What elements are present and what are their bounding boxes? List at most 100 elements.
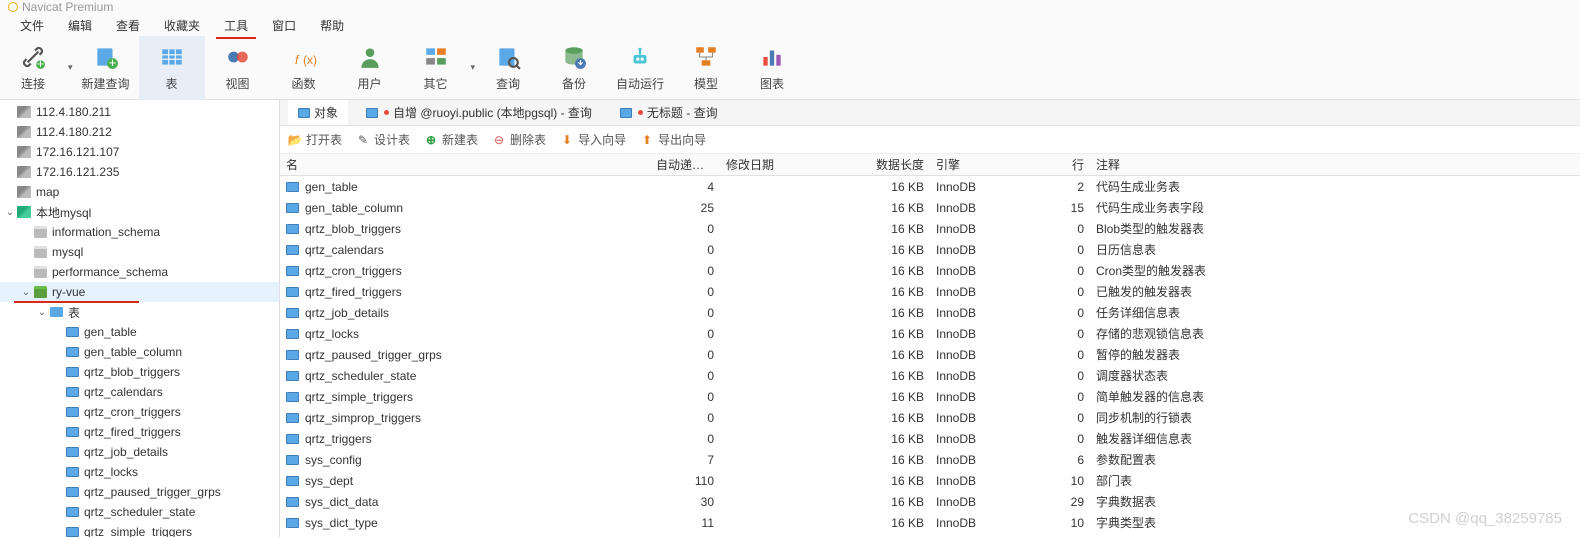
connection-tree[interactable]: 112.4.180.211112.4.180.212 172.16.121.107…: [0, 100, 280, 537]
chevron-icon[interactable]: ⌄: [4, 207, 16, 218]
col-mod[interactable]: 修改日期: [720, 156, 870, 173]
tab-对象[interactable]: 对象: [288, 100, 348, 125]
chevron-icon[interactable]: ⌄: [20, 287, 32, 298]
col-rows[interactable]: 行: [1030, 156, 1090, 173]
toolbar-table-button[interactable]: 表: [139, 36, 205, 100]
table-icon: [286, 371, 299, 381]
tree-folder-表[interactable]: ⌄表: [0, 302, 279, 322]
toolbar-newquery-button[interactable]: +新建查询: [73, 36, 139, 100]
server-icon: [16, 205, 32, 219]
import-wizard-button[interactable]: ⬇导入向导: [560, 131, 626, 148]
tree-srv-172.16.121.235[interactable]: 172.16.121.235: [0, 162, 279, 182]
connect-icon: +: [19, 43, 47, 71]
table-row[interactable]: gen_table_column2516 KBInnoDB15代码生成业务表字段: [280, 197, 1580, 218]
design-table-button[interactable]: ✎设计表: [356, 131, 410, 148]
table-row[interactable]: sys_dict_type1116 KBInnoDB10字典类型表: [280, 512, 1580, 533]
table-row[interactable]: sys_dict_data3016 KBInnoDB29字典数据表: [280, 491, 1580, 512]
tree-label: 172.16.121.235: [36, 165, 119, 179]
tree-db-performance_schema[interactable]: performance_schema: [0, 262, 279, 282]
toolbar-other-button[interactable]: 其它: [403, 36, 469, 100]
toolbar-connect-button[interactable]: +连接: [0, 36, 66, 100]
tab-自增 @ruoyi.public (本地pgsql) - 查询[interactable]: 自增 @ruoyi.public (本地pgsql) - 查询: [356, 100, 602, 125]
table-row[interactable]: sys_config716 KBInnoDB6参数配置表: [280, 449, 1580, 470]
delete-table-button[interactable]: ⊖删除表: [492, 131, 546, 148]
tree-srv-112.4.180.212[interactable]: 112.4.180.212: [0, 122, 279, 142]
table-row[interactable]: qrtz_triggers016 KBInnoDB0触发器详细信息表: [280, 428, 1580, 449]
server-icon: [16, 145, 32, 159]
menu-收藏夹[interactable]: 收藏夹: [152, 14, 212, 37]
table-row[interactable]: qrtz_calendars016 KBInnoDB0日历信息表: [280, 239, 1580, 260]
tab-无标题 - 查询[interactable]: 无标题 - 查询: [610, 100, 728, 125]
open-table-button[interactable]: 📂打开表: [288, 131, 342, 148]
table-icon: [286, 392, 299, 402]
table-row[interactable]: qrtz_paused_trigger_grps016 KBInnoDB0暂停的…: [280, 344, 1580, 365]
toolbar-query-button[interactable]: 查询: [475, 36, 541, 100]
chevron-icon[interactable]: ⌄: [36, 307, 48, 318]
tree-label: 172.16.121.107: [36, 145, 119, 159]
new-table-button[interactable]: ⊕新建表: [424, 131, 478, 148]
tree-srv-112.4.180.211[interactable]: 112.4.180.211: [0, 102, 279, 122]
tree-db-mysql[interactable]: mysql: [0, 242, 279, 262]
export-wizard-button[interactable]: ⬆导出向导: [640, 131, 706, 148]
tree-tbl-qrtz_paused_trigger_grps[interactable]: qrtz_paused_trigger_grps: [0, 482, 279, 502]
toolbar-model-button[interactable]: 模型: [673, 36, 739, 100]
database-icon: [32, 245, 48, 259]
tree-label: qrtz_cron_triggers: [84, 405, 181, 419]
svg-text:+: +: [37, 56, 45, 70]
col-name[interactable]: 名: [280, 156, 650, 173]
toolbar-view-button[interactable]: 视图: [205, 36, 271, 100]
table-row[interactable]: qrtz_blob_triggers016 KBInnoDB0Blob类型的触发…: [280, 218, 1580, 239]
col-len[interactable]: 数据长度: [870, 156, 930, 173]
tree-tbl-gen_table[interactable]: gen_table: [0, 322, 279, 342]
toolbar-autorun-button[interactable]: 自动运行: [607, 36, 673, 100]
tree-tbl-qrtz_blob_triggers[interactable]: qrtz_blob_triggers: [0, 362, 279, 382]
table-row[interactable]: qrtz_cron_triggers016 KBInnoDB0Cron类型的触发…: [280, 260, 1580, 281]
table-icon: [64, 445, 80, 459]
tree-tbl-qrtz_calendars[interactable]: qrtz_calendars: [0, 382, 279, 402]
menu-文件[interactable]: 文件: [8, 14, 56, 37]
tree-db-ry-vue[interactable]: ⌄ry-vue: [0, 282, 279, 302]
tree-srv-172.16.121.107[interactable]: 172.16.121.107: [0, 142, 279, 162]
tree-tbl-qrtz_locks[interactable]: qrtz_locks: [0, 462, 279, 482]
tree-label: gen_table: [84, 325, 137, 339]
table-row[interactable]: sys_dept11016 KBInnoDB10部门表: [280, 470, 1580, 491]
open-icon: 📂: [288, 133, 302, 147]
col-comm[interactable]: 注释: [1090, 156, 1580, 173]
tree-label: qrtz_scheduler_state: [84, 505, 195, 519]
toolbar-backup-button[interactable]: 备份: [541, 36, 607, 100]
toolbar-chart-button[interactable]: 图表: [739, 36, 805, 100]
tree-srv-map[interactable]: map: [0, 182, 279, 202]
menu-查看[interactable]: 查看: [104, 14, 152, 37]
tree-tbl-gen_table_column[interactable]: gen_table_column: [0, 342, 279, 362]
tree-tbl-qrtz_simple_triggers[interactable]: qrtz_simple_triggers: [0, 522, 279, 537]
tab-icon: [366, 108, 378, 118]
table-row[interactable]: qrtz_simple_triggers016 KBInnoDB0简单触发器的信…: [280, 386, 1580, 407]
menu-编辑[interactable]: 编辑: [56, 14, 104, 37]
tree-db-information_schema[interactable]: information_schema: [0, 222, 279, 242]
table-grid[interactable]: 名 自动递增值 修改日期 数据长度 引擎 行 注释 gen_table416 K…: [280, 154, 1580, 537]
table-row[interactable]: qrtz_fired_triggers016 KBInnoDB0已触发的触发器表: [280, 281, 1580, 302]
toolbar-function-button[interactable]: f(x)函数: [271, 36, 337, 100]
table-icon: [286, 476, 299, 486]
col-eng[interactable]: 引擎: [930, 156, 1030, 173]
tree-label: mysql: [52, 245, 83, 259]
menu-帮助[interactable]: 帮助: [308, 14, 356, 37]
tree-srv-本地mysql[interactable]: ⌄本地mysql: [0, 202, 279, 222]
toolbar-user-button[interactable]: 用户: [337, 36, 403, 100]
table-row[interactable]: qrtz_scheduler_state016 KBInnoDB0调度器状态表: [280, 365, 1580, 386]
tree-tbl-qrtz_fired_triggers[interactable]: qrtz_fired_triggers: [0, 422, 279, 442]
table-row[interactable]: qrtz_locks016 KBInnoDB0存储的悲观锁信息表: [280, 323, 1580, 344]
table-row[interactable]: gen_table416 KBInnoDB2代码生成业务表: [280, 176, 1580, 197]
tree-tbl-qrtz_cron_triggers[interactable]: qrtz_cron_triggers: [0, 402, 279, 422]
chart-icon: [758, 43, 786, 71]
table-row[interactable]: qrtz_simprop_triggers016 KBInnoDB0同步机制的行…: [280, 407, 1580, 428]
table-row[interactable]: qrtz_job_details016 KBInnoDB0任务详细信息表: [280, 302, 1580, 323]
tree-tbl-qrtz_scheduler_state[interactable]: qrtz_scheduler_state: [0, 502, 279, 522]
menu-工具[interactable]: 工具: [212, 14, 260, 37]
tree-tbl-qrtz_job_details[interactable]: qrtz_job_details: [0, 442, 279, 462]
tree-label: qrtz_job_details: [84, 445, 168, 459]
table-icon: [64, 525, 80, 537]
table-icon: [286, 497, 299, 507]
menu-窗口[interactable]: 窗口: [260, 14, 308, 37]
col-auto[interactable]: 自动递增值: [650, 156, 720, 173]
